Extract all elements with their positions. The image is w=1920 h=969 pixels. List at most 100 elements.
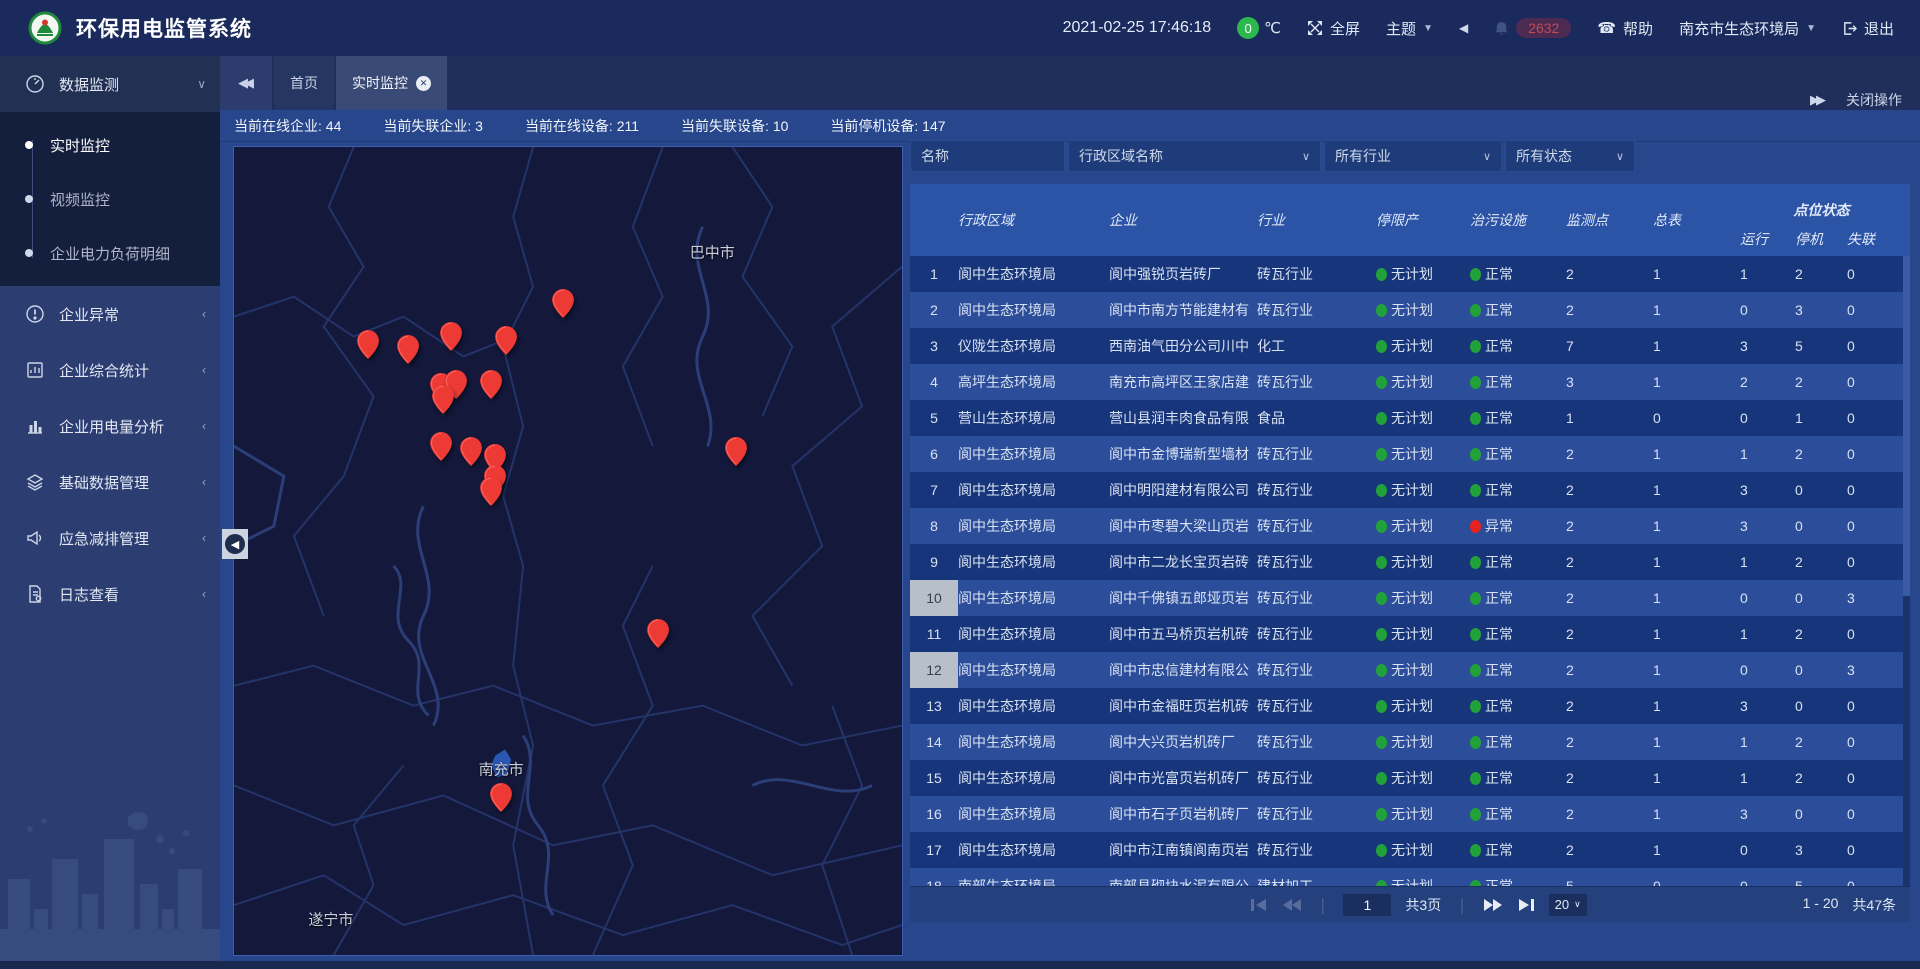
map-pin-icon[interactable] [725, 437, 747, 466]
map-pin-icon[interactable] [432, 385, 454, 414]
row-region-cell: 阆中生态环境局 [958, 264, 1109, 284]
logout-button[interactable]: 退出 [1842, 18, 1894, 39]
status-dot-red [1470, 520, 1481, 533]
table-row[interactable]: 12阆中生态环境局阆中市忠信建材有限公砖瓦行业无计划正常21003 [910, 652, 1910, 688]
table-row[interactable]: 18南部生态环境局南部县砌块水泥有限公建材加工无计划正常50050 [910, 868, 1910, 886]
fullscreen-button[interactable]: 全屏 [1307, 18, 1360, 39]
row-company-cell: 阆中大兴页岩机砖厂 [1109, 732, 1257, 752]
tabs-container: 首页实时监控✕ [272, 56, 447, 110]
status-dot-green [1376, 340, 1387, 353]
map-pin-icon[interactable] [480, 477, 502, 506]
table-row[interactable]: 13阆中生态环境局阆中市金福旺页岩机砖砖瓦行业无计划正常21300 [910, 688, 1910, 724]
table-row[interactable]: 8阆中生态环境局阆中市枣碧大梁山页岩砖瓦行业无计划异常21300 [910, 508, 1910, 544]
row-number-cell: 9 [910, 544, 958, 580]
row-stop-cell: 2 [1795, 446, 1847, 462]
fullscreen-icon [1307, 20, 1323, 36]
sidebar-group-item[interactable]: 基础数据管理‹ [0, 454, 220, 510]
row-production-cell: 无计划 [1376, 552, 1470, 572]
table-row[interactable]: 2阆中生态环境局阆中市南方节能建材有砖瓦行业无计划正常21030 [910, 292, 1910, 328]
close-operations-button[interactable]: 关闭操作 [1846, 90, 1902, 110]
tab-实时监控[interactable]: 实时监控✕ [336, 56, 447, 110]
table-row[interactable]: 6阆中生态环境局阆中市金博瑞新型墙材砖瓦行业无计划正常21120 [910, 436, 1910, 472]
map-pin-icon[interactable] [490, 783, 512, 812]
table-row[interactable]: 5营山生态环境局营山县润丰肉食品有限食品无计划正常10010 [910, 400, 1910, 436]
sidebar-item-active[interactable]: 实时监控 [0, 118, 220, 172]
name-filter-input[interactable] [910, 140, 1065, 172]
row-region-cell: 阆中生态环境局 [958, 516, 1109, 536]
prev-page-button[interactable] [1282, 898, 1302, 912]
sidebar-item-link[interactable]: 视频监控 [0, 172, 220, 226]
map-pin-icon[interactable] [460, 437, 482, 466]
speaker-muted-icon[interactable]: ◀ [1459, 21, 1468, 35]
map-pin-icon[interactable] [495, 326, 517, 355]
tabs-scroll-left-icon[interactable]: ◀◀ [220, 56, 272, 110]
table-row[interactable]: 17阆中生态环境局阆中市江南镇阆南页岩砖瓦行业无计划正常21030 [910, 832, 1910, 868]
map-collapse-button[interactable]: ◀ [222, 529, 248, 559]
last-page-button[interactable] [1517, 898, 1535, 912]
table-row[interactable]: 10阆中生态环境局阆中千佛镇五郎垭页岩砖瓦行业无计划正常21003 [910, 580, 1910, 616]
row-meter-cell: 1 [1653, 734, 1740, 750]
sidebar-group-item[interactable]: 日志查看‹ [0, 566, 220, 622]
industry-filter-select[interactable]: 所有行业 ∨ [1324, 140, 1502, 172]
sidebar-group-item[interactable]: 企业异常‹ [0, 286, 220, 342]
table-row[interactable]: 9阆中生态环境局阆中市二龙长宝页岩砖砖瓦行业无计划正常21120 [910, 544, 1910, 580]
sidebar-group-item[interactable]: 应急减排管理‹ [0, 510, 220, 566]
row-number-cell: 17 [910, 832, 958, 868]
map-pin-icon[interactable] [552, 289, 574, 318]
col-production: 停限产 [1376, 184, 1470, 256]
status-dot-green [1376, 808, 1387, 821]
map-pin-icon[interactable] [397, 335, 419, 364]
tab-close-icon[interactable]: ✕ [416, 76, 431, 91]
stats-bar: 当前在线企业: 44当前失联企业: 3当前在线设备: 211当前失联设备: 10… [220, 110, 1920, 142]
row-lost-cell: 0 [1847, 374, 1903, 390]
row-lost-cell: 0 [1847, 770, 1903, 786]
region-filter-select[interactable]: 行政区域名称 ∨ [1068, 140, 1321, 172]
map-pin-icon[interactable] [647, 619, 669, 648]
row-production-cell: 无计划 [1376, 444, 1470, 464]
page-size-select[interactable]: 20 ∨ [1549, 894, 1587, 916]
row-company-cell: 阆中市二龙长宝页岩砖 [1109, 552, 1257, 572]
notification-button[interactable]: 2632 [1494, 18, 1571, 38]
tabs-scroll-right-icon[interactable]: ▶▶ [1808, 92, 1822, 108]
row-region-cell: 南部生态环境局 [958, 876, 1109, 886]
scrollbar-thumb[interactable] [1903, 256, 1910, 596]
col-region: 行政区域 [958, 184, 1109, 256]
table-row[interactable]: 16阆中生态环境局阆中市石子页岩机砖厂砖瓦行业无计划正常21300 [910, 796, 1910, 832]
col-run: 运行 [1740, 222, 1795, 256]
map-pin-icon[interactable] [357, 330, 379, 359]
sidebar-group-item[interactable]: 企业综合统计‹ [0, 342, 220, 398]
table-row[interactable]: 1阆中生态环境局阆中强锐页岩砖厂砖瓦行业无计划正常21120 [910, 256, 1910, 292]
tab-首页[interactable]: 首页 [274, 56, 334, 110]
table-row[interactable]: 7阆中生态环境局阆中明阳建材有限公司砖瓦行业无计划正常21300 [910, 472, 1910, 508]
status-dot-green [1470, 628, 1481, 641]
next-page-button[interactable] [1483, 898, 1503, 912]
row-stop-cell: 0 [1795, 518, 1847, 534]
first-page-button[interactable] [1250, 898, 1268, 912]
name-input[interactable] [921, 148, 1054, 164]
status-filter-select[interactable]: 所有状态 ∨ [1505, 140, 1635, 172]
table-row[interactable]: 14阆中生态环境局阆中大兴页岩机砖厂砖瓦行业无计划正常21120 [910, 724, 1910, 760]
chevron-down-icon: ∨ [1302, 150, 1310, 163]
sidebar-group-item[interactable]: 企业用电量分析‹ [0, 398, 220, 454]
sidebar-group-label: 企业异常 [59, 304, 119, 325]
map-pin-icon[interactable] [430, 432, 452, 461]
map-pin-icon[interactable] [440, 322, 462, 351]
app-logo-icon [28, 11, 62, 45]
sidebar-group-item[interactable]: 数据监测∨ [0, 56, 220, 112]
map-panel[interactable]: 巴中市南充市遂宁市 ◀ [233, 146, 903, 956]
table-row[interactable]: 4高坪生态环境局南充市高坪区王家店建砖瓦行业无计划正常31220 [910, 364, 1910, 400]
range-label: 1 - 20 [1803, 895, 1839, 915]
sidebar-item-link[interactable]: 企业电力负荷明细 [0, 226, 220, 280]
summary-icon [25, 360, 45, 380]
theme-button[interactable]: 主题▼ [1386, 18, 1433, 39]
page-number-input[interactable] [1343, 894, 1391, 916]
org-menu-button[interactable]: 南充市生态环境局▼ [1679, 18, 1816, 39]
row-production-cell: 无计划 [1376, 516, 1470, 536]
table-row[interactable]: 3仪陇生态环境局西南油气田分公司川中化工无计划正常71350 [910, 328, 1910, 364]
table-scrollbar[interactable] [1903, 256, 1910, 886]
table-row[interactable]: 15阆中生态环境局阆中市光富页岩机砖厂砖瓦行业无计划正常21120 [910, 760, 1910, 796]
stat-item: 当前停机设备: 147 [830, 116, 945, 136]
map-pin-icon[interactable] [480, 370, 502, 399]
help-button[interactable]: ☎ 帮助 [1597, 18, 1653, 39]
table-row[interactable]: 11阆中生态环境局阆中市五马桥页岩机砖砖瓦行业无计划正常21120 [910, 616, 1910, 652]
